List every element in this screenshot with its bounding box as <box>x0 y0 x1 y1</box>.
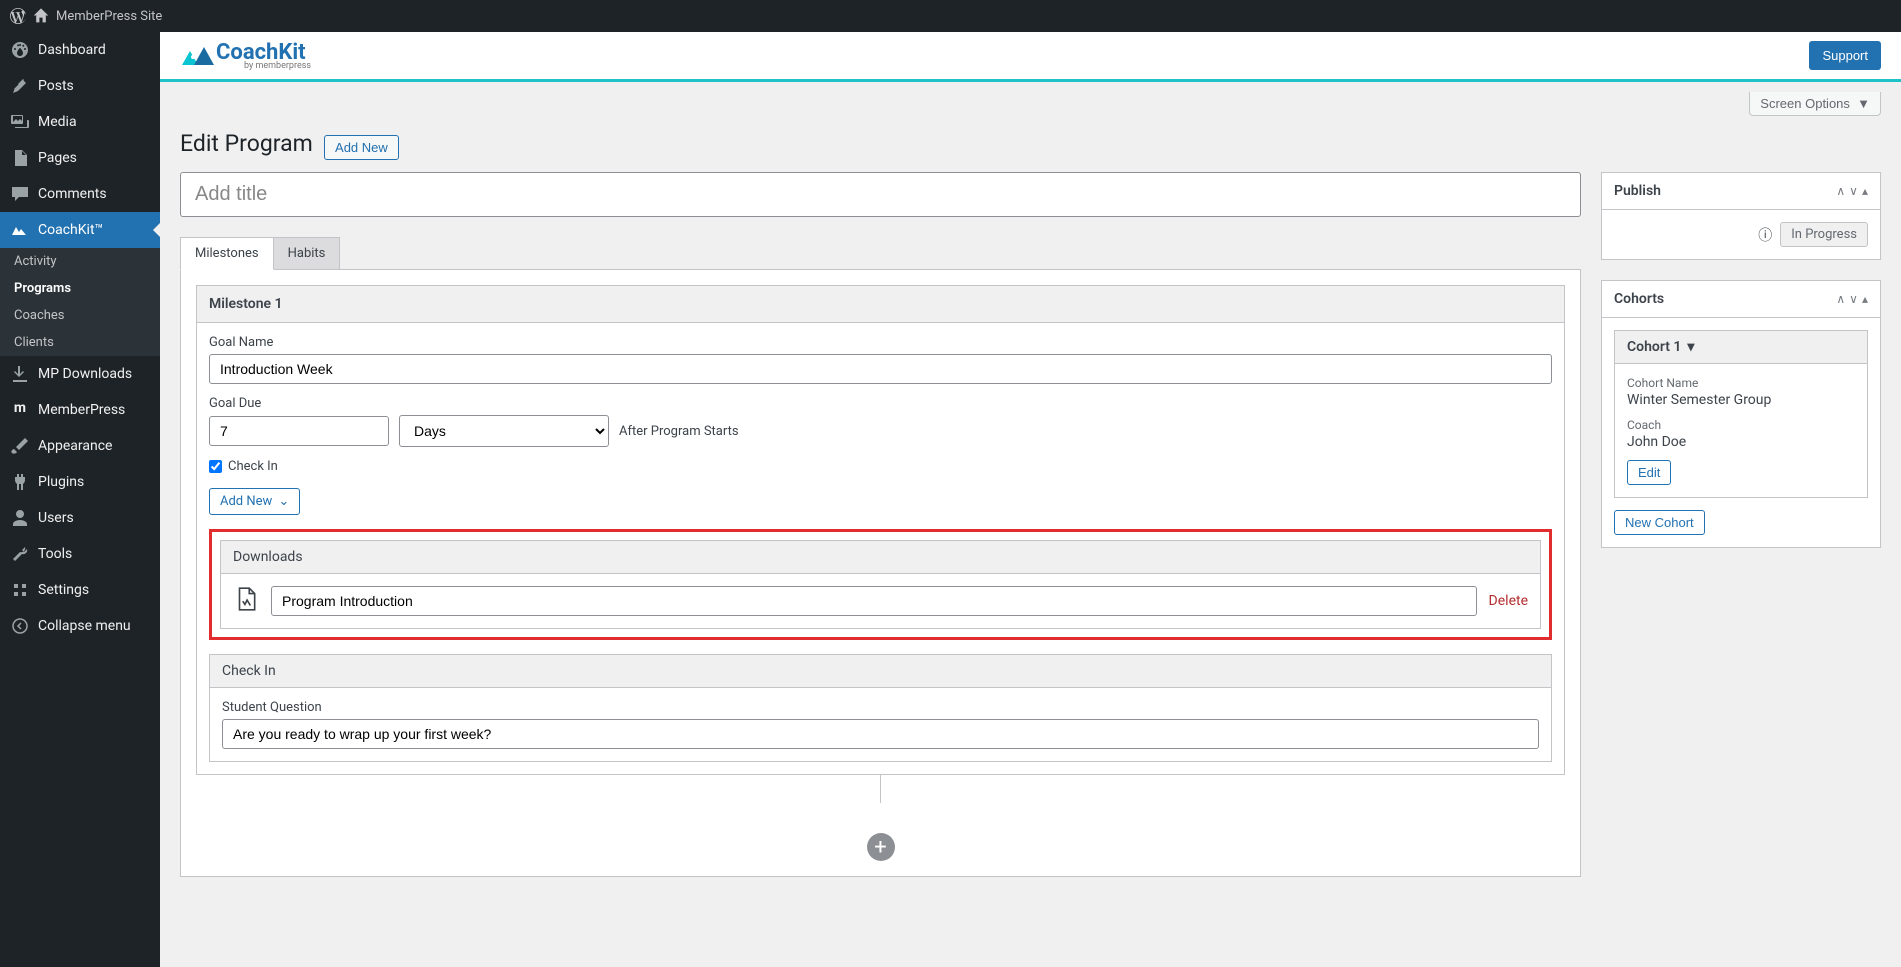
info-icon: ⓘ <box>1758 225 1772 245</box>
pdf-file-icon <box>233 586 259 616</box>
goal-name-label: Goal Name <box>209 335 1552 350</box>
move-down-icon[interactable]: ∨ <box>1849 184 1858 198</box>
brush-icon <box>10 436 30 456</box>
pages-icon <box>10 148 30 168</box>
check-in-checkbox[interactable] <box>209 460 222 473</box>
sidebar-item-settings[interactable]: Settings <box>0 572 160 608</box>
milestone-add-new-button[interactable]: Add New ⌄ <box>209 488 300 515</box>
publish-box: Publish ∧ ∨ ▴ ⓘ In Progress <box>1601 172 1881 260</box>
collapse-icon <box>10 616 30 636</box>
cohort-edit-button[interactable]: Edit <box>1627 460 1671 485</box>
side-column: Publish ∧ ∨ ▴ ⓘ In Progress <box>1601 172 1881 877</box>
sidebar-item-posts[interactable]: Posts <box>0 68 160 104</box>
cohorts-box: Cohorts ∧ ∨ ▴ Cohort 1 ▾ <box>1601 280 1881 548</box>
milestone-box: Milestone 1 Goal Name Goal Due Days Afte… <box>196 285 1565 775</box>
tab-habits[interactable]: Habits <box>273 237 341 269</box>
connector-line <box>880 775 881 803</box>
screen-options: Screen Options ▼ <box>1749 92 1881 116</box>
sidebar-item-users[interactable]: Users <box>0 500 160 536</box>
milestone-header: Milestone 1 <box>197 286 1564 323</box>
admin-sidebar: Dashboard Posts Media Pages Comments Coa… <box>0 32 160 967</box>
caret-down-icon: ▾ <box>1687 339 1694 355</box>
cohort-card: Cohort 1 ▾ Cohort Name Winter Semester G… <box>1614 330 1868 498</box>
settings-icon <box>10 580 30 600</box>
goal-due-label: Goal Due <box>209 396 1552 411</box>
sidebar-subitem-coaches[interactable]: Coaches <box>0 302 160 329</box>
cohorts-box-title: Cohorts <box>1614 291 1664 307</box>
users-icon <box>10 508 30 528</box>
goal-due-number-input[interactable] <box>209 416 389 446</box>
add-milestone-button[interactable]: + <box>867 833 895 861</box>
after-program-text: After Program Starts <box>619 424 739 439</box>
page-title: Edit Program <box>180 130 313 157</box>
sidebar-item-mpdownloads[interactable]: MP Downloads <box>0 356 160 392</box>
checkin-box: Check In Student Question <box>209 654 1552 762</box>
main-content: CoachKit by memberpress Support Screen O… <box>160 32 1901 897</box>
cohort-card-header[interactable]: Cohort 1 ▾ <box>1615 331 1867 364</box>
site-name[interactable]: MemberPress Site <box>56 9 162 24</box>
download-icon <box>10 364 30 384</box>
home-icon <box>33 8 49 24</box>
student-question-label: Student Question <box>222 700 1539 715</box>
sidebar-item-memberpress[interactable]: m MemberPress <box>0 392 160 428</box>
toggle-panel-icon[interactable]: ▴ <box>1862 184 1868 198</box>
program-title-input[interactable] <box>180 172 1581 217</box>
downloads-heading: Downloads <box>221 541 1540 574</box>
milestones-panel: Milestone 1 Goal Name Goal Due Days Afte… <box>180 269 1581 877</box>
publish-box-title: Publish <box>1614 183 1661 199</box>
logo-subtext: by memberpress <box>244 61 311 71</box>
sidebar-item-media[interactable]: Media <box>0 104 160 140</box>
main-column: Milestones Habits Milestone 1 Goal Name … <box>180 172 1581 877</box>
downloads-highlighted-box: Downloads Delete <box>209 529 1552 640</box>
goal-due-unit-select[interactable]: Days <box>399 415 609 447</box>
sidebar-item-pages[interactable]: Pages <box>0 140 160 176</box>
move-up-icon[interactable]: ∧ <box>1836 292 1845 306</box>
sidebar-item-comments[interactable]: Comments <box>0 176 160 212</box>
new-cohort-button[interactable]: New Cohort <box>1614 510 1705 535</box>
move-down-icon[interactable]: ∨ <box>1849 292 1858 306</box>
sidebar-item-appearance[interactable]: Appearance <box>0 428 160 464</box>
toggle-panel-icon[interactable]: ▴ <box>1862 292 1868 306</box>
goal-name-input[interactable] <box>209 354 1552 384</box>
cohort-name-label: Cohort Name <box>1627 376 1855 390</box>
sidebar-item-plugins[interactable]: Plugins <box>0 464 160 500</box>
coach-value: John Doe <box>1627 434 1855 450</box>
coach-label: Coach <box>1627 418 1855 432</box>
status-badge: In Progress <box>1780 222 1868 247</box>
memberpress-icon: m <box>10 400 30 420</box>
sidebar-subitem-clients[interactable]: Clients <box>0 329 160 356</box>
cohort-name-value: Winter Semester Group <box>1627 392 1855 408</box>
tab-milestones[interactable]: Milestones <box>180 237 274 270</box>
download-delete-link[interactable]: Delete <box>1489 593 1528 609</box>
wp-admin-bar: MemberPress Site <box>0 0 1901 32</box>
sidebar-item-dashboard[interactable]: Dashboard <box>0 32 160 68</box>
sidebar-item-tools[interactable]: Tools <box>0 536 160 572</box>
comments-icon <box>10 184 30 204</box>
program-tabs: Milestones Habits <box>180 237 1581 269</box>
support-button[interactable]: Support <box>1809 41 1881 70</box>
student-question-input[interactable] <box>222 719 1539 749</box>
sidebar-subitem-activity[interactable]: Activity <box>0 248 160 275</box>
move-up-icon[interactable]: ∧ <box>1836 184 1845 198</box>
chevron-down-icon: ⌄ <box>278 494 289 509</box>
coachkit-logo: CoachKit by memberpress <box>180 40 311 71</box>
sidebar-item-collapse[interactable]: Collapse menu <box>0 608 160 644</box>
dashboard-icon <box>10 40 30 60</box>
wordpress-icon <box>10 8 26 24</box>
sidebar-subitem-programs[interactable]: Programs <box>0 275 160 302</box>
plugin-icon <box>10 472 30 492</box>
plugin-header: CoachKit by memberpress Support <box>160 32 1901 82</box>
coachkit-icon <box>10 220 30 240</box>
logo-mountain-icon <box>180 43 216 69</box>
screen-options-button[interactable]: Screen Options ▼ <box>1749 92 1881 116</box>
pin-icon <box>10 76 30 96</box>
media-icon <box>10 112 30 132</box>
add-new-program-button[interactable]: Add New <box>324 135 399 160</box>
tools-icon <box>10 544 30 564</box>
checkin-heading: Check In <box>210 655 1551 688</box>
download-file-input[interactable] <box>271 586 1477 616</box>
sidebar-item-coachkit[interactable]: CoachKit™ <box>0 212 160 248</box>
check-in-label: Check In <box>228 459 278 474</box>
